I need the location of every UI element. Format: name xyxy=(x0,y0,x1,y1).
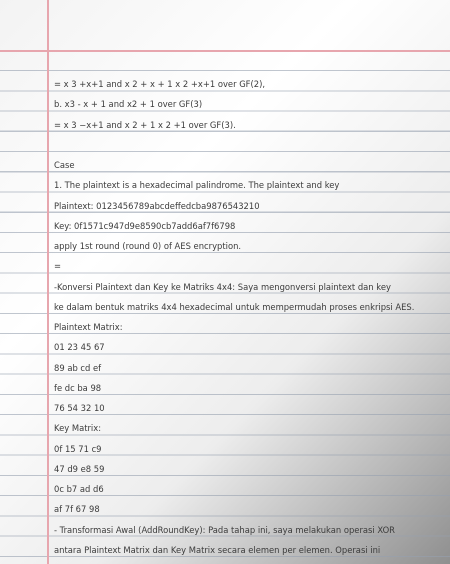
text-line: 0c b7 ad d6 xyxy=(54,484,104,494)
text-line: 1. The plaintext is a hexadecimal palind… xyxy=(54,180,340,191)
header-rule xyxy=(0,50,450,52)
text-line: 89 ab cd ef xyxy=(54,362,102,373)
text-line: - Transformasi Awal (AddRoundKey): Pada … xyxy=(54,524,395,535)
text-line: = xyxy=(54,261,62,272)
margin-line xyxy=(47,0,49,564)
text-line: Plaintext: 0123456789abcdeffedcba9876543… xyxy=(54,200,260,211)
text-line: -Konversi Plaintext dan Key ke Matriks 4… xyxy=(54,281,391,292)
text-line: 47 d9 e8 59 xyxy=(54,463,105,474)
text-line: Key: 0f1571c947d9e8590cb7add6af7f6798 xyxy=(54,220,236,231)
text-line: 0f 15 71 c9 xyxy=(54,443,102,454)
text-line: b. x3 - x + 1 and x2 + 1 over GF(3) xyxy=(54,99,203,110)
text-line: Case xyxy=(54,160,75,170)
text-line: apply 1st round (round 0) of AES encrypt… xyxy=(54,241,242,251)
text-line: fe dc ba 98 xyxy=(54,382,102,393)
text-line: af 7f 67 98 xyxy=(54,504,100,515)
text-line: Key Matrix: xyxy=(54,423,102,434)
text-line xyxy=(54,135,450,155)
text-line: 01 23 45 67 xyxy=(54,342,105,353)
text-line: antara Plaintext Matrix dan Key Matrix s… xyxy=(54,544,381,555)
handwritten-text: = x 3 +x+1 and x 2 + x + 1 x 2 +x+1 over… xyxy=(54,74,450,560)
text-line: ke dalam bentuk matriks 4x4 hexadecimal … xyxy=(54,301,415,312)
notebook-page: = x 3 +x+1 and x 2 + x + 1 x 2 +x+1 over… xyxy=(0,0,450,564)
text-line: Plaintext Matrix: xyxy=(54,322,123,332)
text-line: = x 3 +x+1 and x 2 + x + 1 x 2 +x+1 over… xyxy=(54,79,266,89)
page-header-band xyxy=(0,0,450,50)
text-line: 76 54 32 10 xyxy=(54,403,105,413)
text-line: = x 3 −x+1 and x 2 + 1 x 2 +1 over GF(3)… xyxy=(54,119,236,130)
